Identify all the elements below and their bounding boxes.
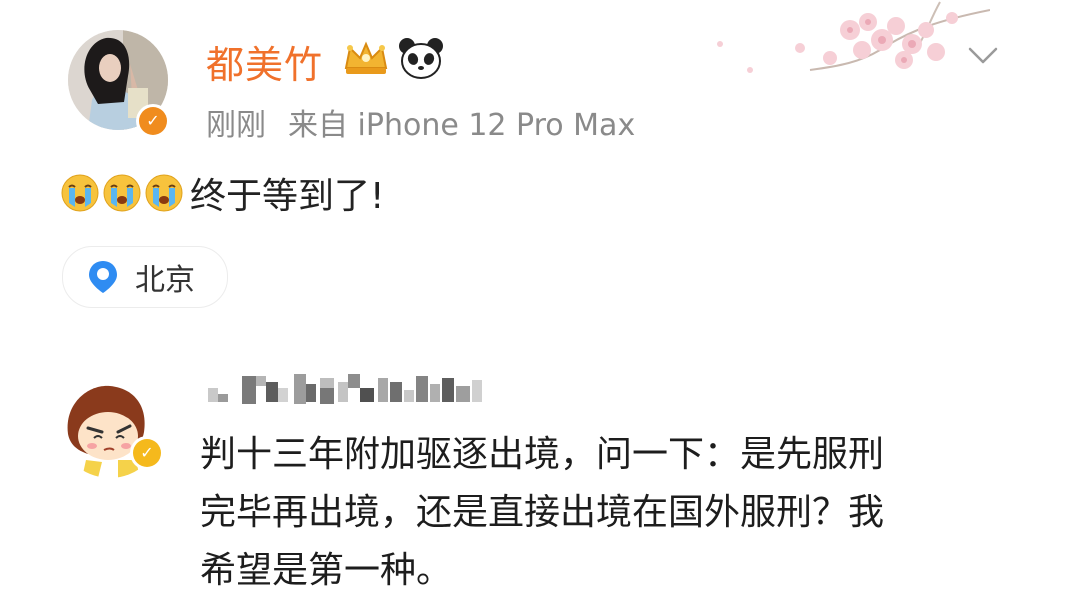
location-tag[interactable]: 北京: [62, 246, 228, 308]
location-label: 北京: [135, 263, 195, 298]
comment-line: 完毕再出境，还是直接出境在国外服刑？我: [200, 492, 885, 533]
blossom-decoration: [717, 1, 990, 73]
verified-badge-icon: ✓: [136, 104, 170, 138]
crying-emoji-icon: [103, 174, 141, 212]
commenter-name-pixelated[interactable]: [208, 368, 488, 408]
crown-badge-icon: [344, 41, 388, 74]
post-source: 来自 iPhone 12 Pro Max: [288, 108, 636, 143]
username[interactable]: 都美竹: [206, 34, 323, 89]
panda-icon: [399, 38, 443, 79]
crying-emoji-icon: [61, 174, 99, 212]
comment-line: 判十三年附加驱逐出境，问一下：是先服刑: [200, 434, 885, 475]
chevron-down-icon[interactable]: [964, 36, 1002, 74]
post-time: 刚刚: [206, 108, 266, 143]
post-text: 终于等到了!: [60, 168, 384, 218]
post-meta: 刚刚 来自 iPhone 12 Pro Max: [206, 100, 635, 144]
verified-badge-icon: ✓: [130, 436, 164, 470]
comment-line: 希望是第一种。: [200, 550, 453, 591]
location-pin-icon: [89, 261, 117, 293]
crying-emoji-icon: [145, 174, 183, 212]
comment-text: 判十三年附加驱逐出境，问一下：是先服刑 完毕再出境，还是直接出境在国外服刑？我 …: [200, 426, 1020, 600]
post-body-text: 终于等到了!: [190, 176, 385, 217]
